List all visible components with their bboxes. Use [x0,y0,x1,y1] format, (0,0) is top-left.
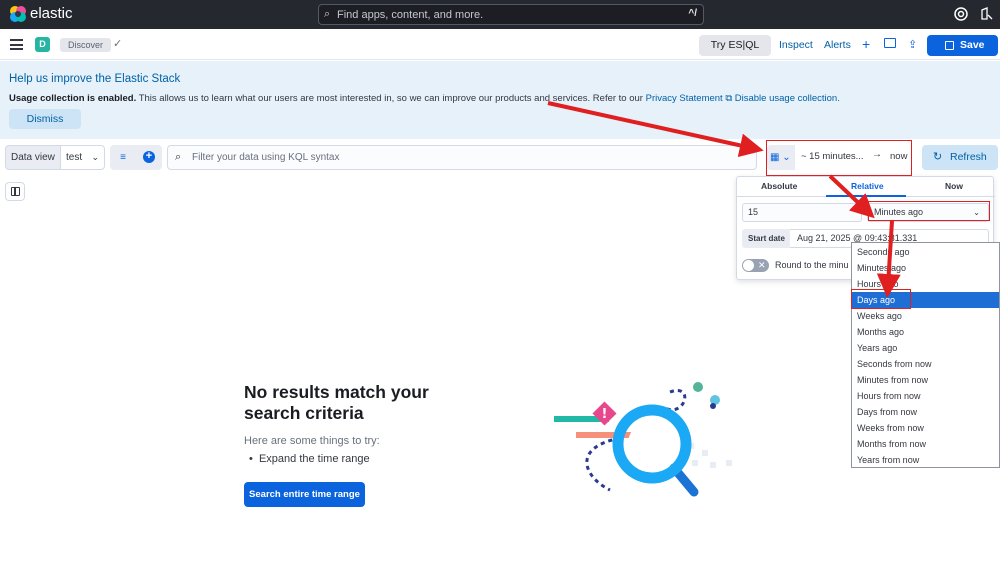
start-date-label: Start date [742,229,790,248]
external-link-icon: ⧉ [722,93,735,104]
global-search-input[interactable]: ⌕ Find apps, content, and more. ^/ [318,4,704,25]
option-weeks-from-now[interactable]: Weeks from now [852,420,999,436]
round-toggle[interactable]: ✕ [742,259,769,272]
option-months-from-now[interactable]: Months from now [852,436,999,452]
alerts-link[interactable]: Alerts [824,39,851,51]
elastic-logo-icon[interactable] [9,5,27,23]
try-esql-button[interactable]: Try ES|QL [699,35,771,56]
save-label: Save [960,39,985,51]
round-label: Round to the minu [775,260,849,270]
callout-bold-text: Usage collection is enabled. [9,93,137,104]
privacy-statement-link[interactable]: Privacy Statement [646,93,723,104]
relative-value-input[interactable]: 15 [742,203,862,222]
disable-usage-link[interactable]: Disable usage collection. [735,93,840,104]
no-results-illustration: ! [554,382,732,497]
search-icon: ⌕ [175,151,182,163]
option-weeks-ago[interactable]: Weeks ago [852,308,999,324]
callout-title: Help us improve the Elastic Stack [9,73,181,85]
empty-state-suggestion: • Expand the time range [249,453,370,465]
data-view-select[interactable]: test ⌄ [60,145,105,170]
refresh-label: Refresh [950,151,987,163]
filter-icon: ≡ [120,152,126,163]
tab-absolute[interactable]: Absolute [761,181,797,191]
kql-search-input[interactable]: ⌕ Filter your data using KQL syntax [167,145,757,170]
callout-text: This allows us to learn what our users a… [136,93,646,104]
empty-state-title: No results match your search criteria [244,382,429,423]
option-seconds-from-now[interactable]: Seconds from now [852,356,999,372]
usage-callout: Help us improve the Elastic Stack Usage … [0,61,1000,139]
open-folder-icon[interactable] [884,38,896,48]
option-years-ago[interactable]: Years ago [852,340,999,356]
annotation-box-days-ago [851,289,911,309]
share-icon[interactable]: ⇪ [908,38,917,51]
svg-text:!: ! [602,407,608,422]
plus-icon: + [143,151,155,163]
sidebar-toggle-icon[interactable] [5,182,25,201]
empty-state-hint: Here are some things to try: [244,435,380,447]
space-avatar[interactable]: D [35,37,50,52]
new-icon[interactable]: + [862,36,870,52]
refresh-icon: ↻ [933,151,943,163]
checkmark-icon: ✓ [113,38,123,50]
callout-body: Usage collection is enabled. This allows… [9,93,989,104]
option-months-ago[interactable]: Months ago [852,324,999,340]
user-settings-icon[interactable] [978,6,994,22]
option-minutes-ago[interactable]: Minutes ago [852,260,999,276]
filter-menu-button[interactable]: ≡ [110,145,136,170]
brand-name[interactable]: elastic [30,5,73,22]
help-icon[interactable] [953,6,969,22]
dismiss-button[interactable]: Dismiss [9,109,81,129]
save-button[interactable]: Save [927,35,998,56]
option-days-from-now[interactable]: Days from now [852,404,999,420]
tab-relative[interactable]: Relative [851,181,884,191]
data-view-value: test [66,152,83,163]
global-search-placeholder: Find apps, content, and more. [337,9,484,21]
option-hours-from-now[interactable]: Hours from now [852,388,999,404]
save-icon [945,41,954,50]
option-years-from-now[interactable]: Years from now [852,452,999,468]
annotation-box-time-picker [766,140,912,176]
add-filter-button[interactable]: + [136,145,162,170]
option-seconds-ago[interactable]: Seconds ago [852,244,999,260]
menu-icon[interactable] [10,39,23,50]
time-tabs: Absolute Relative Now [737,177,995,197]
option-minutes-from-now[interactable]: Minutes from now [852,372,999,388]
search-entire-time-range-button[interactable]: Search entire time range [244,482,365,507]
kql-placeholder: Filter your data using KQL syntax [192,152,340,163]
breadcrumb-discover[interactable]: Discover [60,38,112,52]
global-header: elastic ⌕ Find apps, content, and more. … [0,0,1000,29]
active-tab-indicator [826,195,906,197]
tab-now[interactable]: Now [945,181,963,191]
annotation-box-unit-select [868,201,990,221]
data-view-label: Data view [5,145,61,170]
chevron-down-icon: ⌄ [91,152,99,162]
search-shortcut: ^/ [688,8,697,19]
inspect-link[interactable]: Inspect [779,39,813,51]
suggestion-text: Expand the time range [258,453,370,465]
refresh-button[interactable]: ↻ Refresh [922,145,998,170]
unit-dropdown-list: Seconds ago Minutes ago Hours ago Days a… [851,242,1000,468]
search-icon: ⌕ [324,8,331,20]
